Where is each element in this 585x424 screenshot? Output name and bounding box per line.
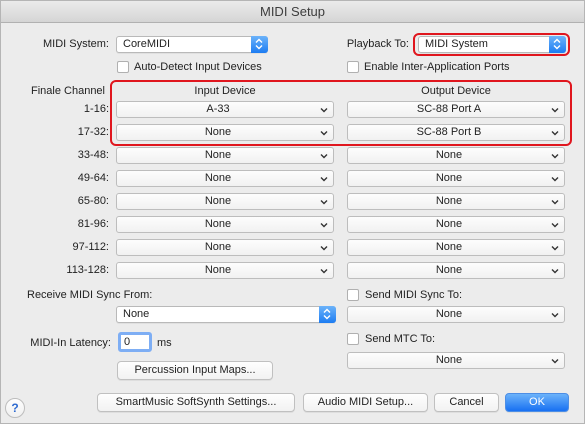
- send-mtc-combo[interactable]: None: [347, 352, 565, 369]
- send-mtc-label: Send MTC To:: [365, 333, 436, 345]
- midi-system-label: MIDI System:: [42, 38, 109, 50]
- output-device-value: None: [435, 241, 463, 253]
- chevron-down-icon: [551, 269, 559, 274]
- midi-in-latency-label: MIDI-In Latency:: [30, 337, 111, 349]
- receive-sync-value: None: [123, 308, 150, 320]
- channel-range-label: 1-16:: [83, 103, 109, 115]
- playback-to-popup[interactable]: MIDI System: [418, 36, 566, 53]
- input-device-select[interactable]: None: [116, 216, 334, 233]
- popup-arrows-icon: [319, 306, 336, 323]
- chevron-down-icon: [320, 108, 328, 113]
- input-device-select[interactable]: None: [116, 193, 334, 210]
- chevron-down-icon: [320, 200, 328, 205]
- chevron-down-icon: [551, 200, 559, 205]
- output-device-select[interactable]: None: [347, 170, 565, 187]
- popup-arrows-icon: [549, 36, 566, 53]
- playback-to-label: Playback To:: [346, 38, 409, 50]
- send-mtc-checkbox[interactable]: [347, 333, 359, 345]
- output-device-select[interactable]: None: [347, 262, 565, 279]
- output-device-value: None: [435, 195, 463, 207]
- inter-app-checkbox[interactable]: [347, 61, 359, 73]
- input-device-select[interactable]: A-33: [116, 101, 334, 118]
- chevron-down-icon: [551, 108, 559, 113]
- input-device-value: None: [204, 149, 232, 161]
- output-device-select[interactable]: None: [347, 216, 565, 233]
- output-device-value: None: [435, 172, 463, 184]
- chevron-down-icon: [551, 313, 559, 318]
- chevron-down-icon: [320, 246, 328, 251]
- chevron-down-icon: [551, 223, 559, 228]
- inter-app-label: Enable Inter-Application Ports: [364, 61, 510, 73]
- channel-range-label: 81-96:: [77, 218, 109, 230]
- send-sync-checkbox[interactable]: [347, 289, 359, 301]
- finale-channel-header: Finale Channel: [31, 85, 105, 97]
- help-button[interactable]: ?: [5, 398, 25, 418]
- latency-unit: ms: [157, 337, 172, 349]
- playback-to-value: MIDI System: [425, 38, 488, 50]
- input-device-select[interactable]: None: [116, 262, 334, 279]
- input-device-value: None: [204, 218, 232, 230]
- input-device-value: A-33: [206, 103, 230, 115]
- input-device-value: None: [204, 264, 232, 276]
- chevron-down-icon: [320, 131, 328, 136]
- channel-range-label: 113-128:: [66, 264, 109, 276]
- channel-range-label: 65-80:: [77, 195, 109, 207]
- auto-detect-checkbox[interactable]: [117, 61, 129, 73]
- send-sync-label: Send MIDI Sync To:: [365, 289, 463, 301]
- chevron-down-icon: [551, 177, 559, 182]
- latency-input[interactable]: 0: [118, 332, 152, 352]
- send-sync-combo[interactable]: None: [347, 306, 565, 323]
- receive-sync-label: Receive MIDI Sync From:: [27, 289, 153, 301]
- channel-range-label: 17-32:: [77, 126, 109, 138]
- send-sync-value: None: [435, 308, 463, 320]
- input-device-value: None: [204, 195, 232, 207]
- input-device-select[interactable]: None: [116, 170, 334, 187]
- receive-sync-popup[interactable]: None: [116, 306, 336, 323]
- chevron-down-icon: [320, 269, 328, 274]
- send-mtc-value: None: [435, 354, 463, 366]
- chevron-down-icon: [320, 177, 328, 182]
- smartmusic-softsynth-button[interactable]: SmartMusic SoftSynth Settings...: [97, 393, 295, 412]
- channel-range-label: 97-112:: [72, 241, 110, 253]
- output-device-value: SC-88 Port A: [416, 103, 482, 115]
- output-device-value: None: [435, 218, 463, 230]
- chevron-down-icon: [551, 154, 559, 159]
- popup-arrows-icon: [251, 36, 268, 53]
- auto-detect-label: Auto-Detect Input Devices: [134, 61, 262, 73]
- input-device-select[interactable]: None: [116, 147, 334, 164]
- ok-button[interactable]: OK: [505, 393, 569, 412]
- output-device-select[interactable]: SC-88 Port A: [347, 101, 565, 118]
- window-title: MIDI Setup: [1, 1, 584, 23]
- input-device-value: None: [204, 172, 232, 184]
- chevron-down-icon: [551, 246, 559, 251]
- output-device-select[interactable]: None: [347, 147, 565, 164]
- chevron-down-icon: [551, 359, 559, 364]
- input-device-value: None: [204, 126, 232, 138]
- output-device-value: SC-88 Port B: [416, 126, 482, 138]
- input-device-select[interactable]: None: [116, 239, 334, 256]
- input-device-value: None: [204, 241, 232, 253]
- output-device-select[interactable]: None: [347, 193, 565, 210]
- chevron-down-icon: [320, 223, 328, 228]
- output-device-value: None: [435, 149, 463, 161]
- midi-setup-window: MIDI Setup MIDI System: CoreMIDI Playbac…: [0, 0, 585, 424]
- output-device-select[interactable]: SC-88 Port B: [347, 124, 565, 141]
- audio-midi-setup-button[interactable]: Audio MIDI Setup...: [303, 393, 428, 412]
- output-device-select[interactable]: None: [347, 239, 565, 256]
- percussion-input-maps-button[interactable]: Percussion Input Maps...: [117, 361, 273, 380]
- input-device-select[interactable]: None: [116, 124, 334, 141]
- midi-system-value: CoreMIDI: [123, 38, 171, 50]
- output-device-value: None: [435, 264, 463, 276]
- midi-system-popup[interactable]: CoreMIDI: [116, 36, 268, 53]
- chevron-down-icon: [551, 131, 559, 136]
- channel-range-label: 33-48:: [77, 149, 109, 161]
- channel-range-label: 49-64:: [77, 172, 109, 184]
- chevron-down-icon: [320, 154, 328, 159]
- cancel-button[interactable]: Cancel: [434, 393, 499, 412]
